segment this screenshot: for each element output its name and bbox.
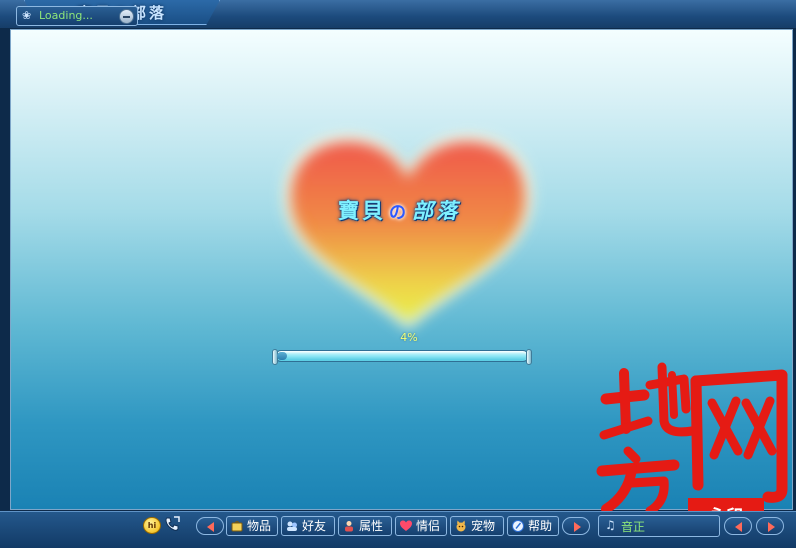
menu-help[interactable]: 帮助	[507, 516, 559, 536]
loading-progress-bar	[272, 349, 532, 365]
menu-pets[interactable]: 宠物	[450, 516, 504, 536]
loading-progress-fill	[277, 352, 287, 360]
music-next-button[interactable]	[756, 517, 784, 535]
menu-friends[interactable]: 好友	[281, 516, 335, 536]
watermark-calligraphy	[596, 362, 788, 515]
menu-attributes-label: 属性	[359, 519, 384, 533]
menu-lovers[interactable]: 情侣	[395, 516, 447, 536]
person-icon	[345, 521, 353, 532]
toolbar-next-button[interactable]	[562, 517, 590, 535]
friends-icon	[287, 521, 297, 531]
music-prev-icon	[735, 522, 742, 532]
status-minimize-button[interactable]	[119, 9, 134, 24]
logo-text-3: 部落	[412, 198, 460, 223]
arrow-right-icon	[574, 522, 581, 532]
progress-cap-right	[526, 349, 532, 365]
phone-icon[interactable]	[163, 515, 181, 533]
hi-emote-icon[interactable]: hi	[143, 517, 161, 534]
menu-attributes[interactable]: 属性	[338, 516, 392, 536]
status-box: ❀ Loading...	[16, 6, 138, 26]
pet-icon	[456, 520, 466, 532]
bag-icon	[231, 521, 243, 532]
menu-friends-label: 好友	[302, 519, 327, 533]
music-box[interactable]: ♫ 音正	[598, 515, 720, 537]
music-prev-button[interactable]	[724, 517, 752, 535]
logo-text-2: の	[389, 203, 409, 223]
music-note-icon: ♫	[605, 518, 616, 532]
toolbar-prev-button[interactable]	[196, 517, 224, 535]
help-icon	[512, 520, 524, 532]
status-text: Loading...	[39, 9, 93, 22]
arrow-left-icon	[207, 522, 214, 532]
menu-lovers-label: 情侣	[416, 519, 441, 533]
logo-text-1: 寶貝	[338, 198, 386, 223]
menu-help-label: 帮助	[528, 519, 553, 533]
menu-items-label: 物品	[247, 519, 272, 533]
heart-icon	[400, 520, 412, 531]
loading-percent: 4%	[400, 331, 418, 344]
menu-items[interactable]: 物品	[226, 516, 278, 536]
music-title: 音正	[621, 520, 646, 534]
paw-icon: ❀	[22, 9, 32, 22]
game-logo: 寶貝の部落	[329, 195, 469, 225]
menu-pets-label: 宠物	[471, 519, 496, 533]
music-next-icon	[768, 522, 775, 532]
